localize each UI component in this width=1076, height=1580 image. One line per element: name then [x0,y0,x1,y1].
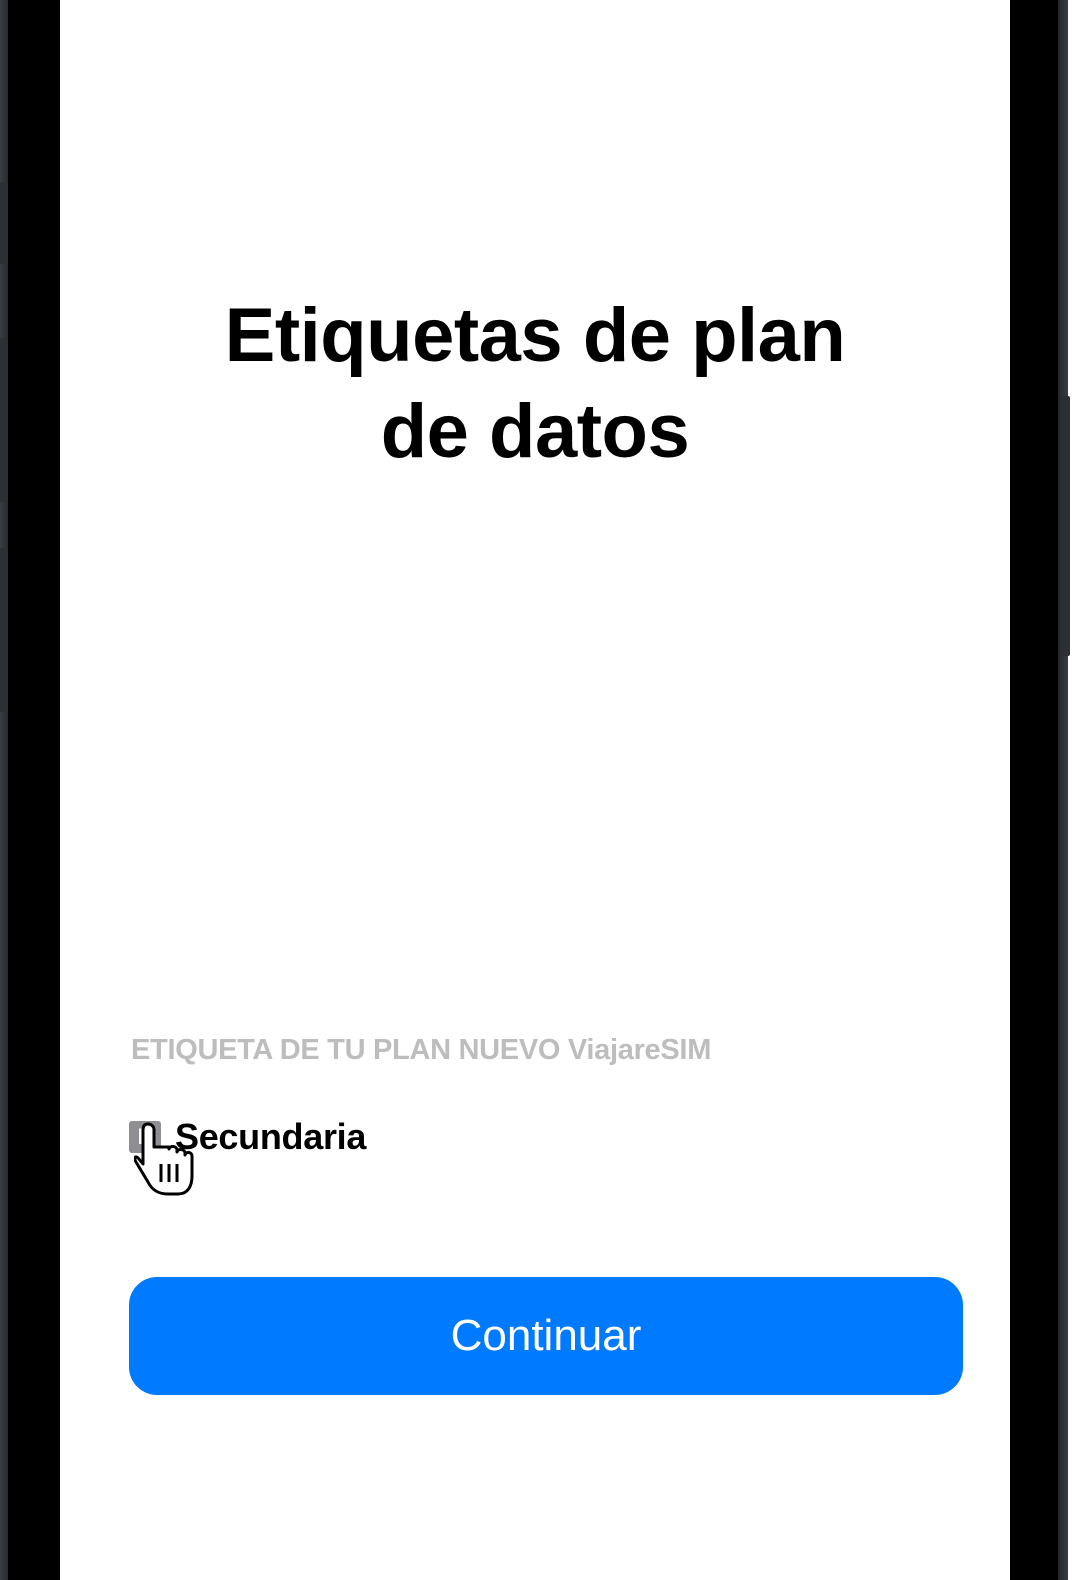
volume-up-button [0,338,8,502]
action-button [0,182,8,264]
plan-badge-icon: P [129,1121,161,1153]
page-title-line-2: de datos [380,389,690,474]
plan-label-row[interactable]: P Secundaria [129,1112,366,1162]
device-right-rim [1058,0,1068,1580]
volume-down-button [0,548,8,712]
device-right-bezel [1010,0,1062,1580]
plan-label-name: Secundaria [175,1116,367,1157]
page-title-line-1: Etiquetas de plan [224,293,846,378]
plan-section-label: ETIQUETA DE TU PLAN NUEVO ViajareSIM [131,1034,712,1066]
device-left-bezel [8,0,60,1580]
device-frame: Etiquetas de plan de datos ETIQUETA DE T… [0,0,1076,1580]
page-title: Etiquetas de plan de datos [60,288,1010,480]
power-button [1062,396,1070,656]
continue-button[interactable]: Continuar [129,1277,963,1395]
